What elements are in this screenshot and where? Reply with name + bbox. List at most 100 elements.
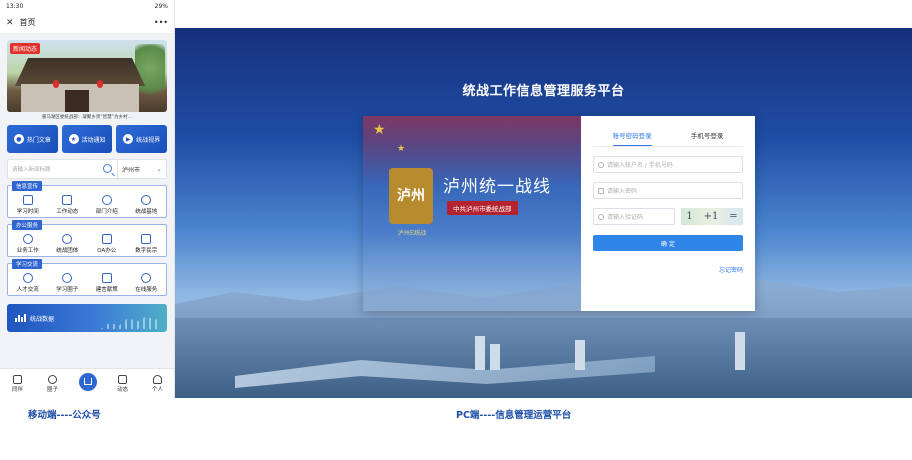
business-icon: [22, 234, 33, 244]
mobile-app: 13:30 29% ✕ 首页 ••• 新闻动态 嘉马湖区委统战部：凝聚乡贤“智慧…: [0, 0, 175, 398]
menu-label: 在线服务: [135, 287, 158, 293]
menu-label: 统战团体: [56, 248, 79, 254]
bar-chart-icon: [15, 314, 26, 322]
people-icon: [101, 195, 112, 205]
banner-caption[interactable]: 嘉马湖区委统战部：凝聚乡贤“智慧”为乡村…: [7, 114, 167, 120]
menu-work-news[interactable]: 工作动态: [48, 192, 88, 217]
section-info: 信息宣传 学习时间 工作动态 部门介绍 统战基地: [7, 181, 167, 218]
lantern-icon: [97, 80, 103, 88]
nav-bar: ✕ 首页 •••: [0, 12, 174, 34]
menu-digital-ethnic[interactable]: 数字民宗: [127, 231, 167, 256]
login-tabs: 账号密码登录 手机号登录: [593, 130, 743, 147]
city-value: 泸州市: [122, 166, 141, 174]
account-field[interactable]: 请输入帐户名 / 手机号码: [593, 156, 743, 173]
tab-bar: 同伴 圈子 动态 个人: [0, 368, 174, 398]
tab-profile[interactable]: 个人: [140, 369, 174, 398]
background-city: [175, 318, 912, 398]
captcha-row: 请输入验证码 1 +1 =: [593, 208, 743, 225]
pc-caption: PC端----信息管理运营平台: [456, 410, 572, 421]
menu-online-service[interactable]: 在线服务: [127, 270, 167, 295]
quick-vision-button[interactable]: ▶ 统战视界: [116, 125, 168, 153]
menu-label: 建言献策: [95, 287, 118, 293]
status-bar: 13:30 29%: [0, 0, 174, 12]
captcha-char: =: [729, 211, 738, 222]
menu-study-circle[interactable]: 学习圈子: [48, 270, 88, 295]
captcha-char: 1: [686, 211, 693, 222]
section-tag: 办公服务: [12, 220, 43, 230]
menu-base[interactable]: 统战基地: [127, 192, 167, 217]
tab-label: 同伴: [11, 386, 23, 393]
document-icon: [13, 374, 22, 384]
menu-oa[interactable]: OA办公: [87, 231, 127, 256]
menu-label: 学习圈子: [56, 287, 79, 293]
quick-notices-button[interactable]: ★ 活动通知: [61, 125, 113, 153]
submit-button[interactable]: 确 定: [593, 235, 743, 251]
data-card[interactable]: 统战数据: [7, 304, 167, 332]
menu-groups[interactable]: 统战团体: [48, 231, 88, 256]
captcha-field[interactable]: 请输入验证码: [593, 208, 675, 225]
star-icon: ★: [68, 134, 79, 144]
brand-subtitle: 中共泸州市委统战部: [447, 201, 518, 215]
close-icon[interactable]: ✕: [6, 18, 14, 28]
tab-partners[interactable]: 同伴: [0, 369, 35, 398]
more-icon[interactable]: •••: [154, 18, 168, 27]
user-icon: [153, 374, 162, 384]
tab-news[interactable]: 动态: [105, 369, 140, 398]
tab-phone-login[interactable]: 手机号登录: [691, 130, 724, 146]
search-input[interactable]: 请输入新闻标题: [8, 160, 118, 178]
city-select[interactable]: 泸州市 ⌄: [118, 160, 166, 178]
quick-label: 统战视界: [136, 136, 161, 144]
banner-tag: 新闻动态: [10, 43, 41, 54]
menu-label: OA办公: [97, 248, 117, 254]
menu-label: 工作动态: [56, 209, 79, 215]
background-building: [575, 340, 585, 370]
menu-talent[interactable]: 人才交流: [8, 270, 48, 295]
forgot-password-link[interactable]: 忘记密码: [593, 265, 743, 274]
network-icon: [62, 234, 73, 244]
menu-study-time[interactable]: 学习时间: [8, 192, 48, 217]
chevron-down-icon: ⌄: [156, 165, 162, 173]
banner-tree: [135, 44, 165, 104]
password-field[interactable]: 请输入密码: [593, 182, 743, 199]
user-icon: [141, 195, 152, 205]
search-icon[interactable]: [103, 164, 112, 173]
flame-icon: ●: [13, 134, 24, 144]
menu-label: 数字民宗: [135, 248, 158, 254]
background-building: [475, 336, 485, 370]
menu-department[interactable]: 部门介绍: [87, 192, 127, 217]
section-tag: 学习交流: [12, 259, 43, 269]
password-placeholder: 请输入密码: [607, 188, 638, 195]
status-battery: 29%: [154, 2, 168, 10]
menu-business[interactable]: 业务工作: [8, 231, 48, 256]
seal-caption: 泸州E统战: [397, 230, 427, 237]
quick-hot-articles-button[interactable]: ● 热门文章: [7, 125, 58, 153]
edit-icon: [101, 273, 112, 283]
captcha-placeholder: 请输入验证码: [607, 214, 644, 221]
home-icon: [78, 372, 97, 391]
briefcase-icon: [62, 195, 73, 205]
star-icon: ★: [397, 144, 406, 154]
document-icon: [141, 234, 152, 244]
brand-panel: ★ ★ 泸州 泸州E统战 泸州统一战线 中共泸州市委统战部: [363, 116, 581, 311]
talent-icon: [22, 273, 33, 283]
tab-home[interactable]: [70, 369, 105, 398]
search-bar: 请输入新闻标题 泸州市 ⌄: [7, 159, 167, 179]
quick-label: 热门文章: [26, 136, 51, 144]
captcha-char: +1: [703, 211, 719, 222]
star-icon: ★: [373, 122, 386, 138]
tab-account-login[interactable]: 账号密码登录: [612, 130, 652, 146]
tab-circle[interactable]: 圈子: [35, 369, 70, 398]
mobile-caption: 移动端----公众号: [28, 410, 101, 421]
account-placeholder: 请输入帐户名 / 手机号码: [607, 162, 673, 169]
news-banner[interactable]: 新闻动态: [7, 40, 167, 112]
menu-suggestions[interactable]: 建言献策: [87, 270, 127, 295]
section-tag: 信息宣传: [12, 181, 43, 191]
background-building: [490, 344, 500, 370]
play-icon: ▶: [123, 134, 134, 144]
lock-icon: [598, 187, 604, 194]
seal-text: 泸州: [397, 188, 425, 204]
captcha-image[interactable]: 1 +1 =: [681, 208, 743, 225]
data-wave-decoration: [101, 314, 161, 329]
globe-icon: [62, 273, 73, 283]
seal-logo: 泸州: [389, 168, 433, 224]
